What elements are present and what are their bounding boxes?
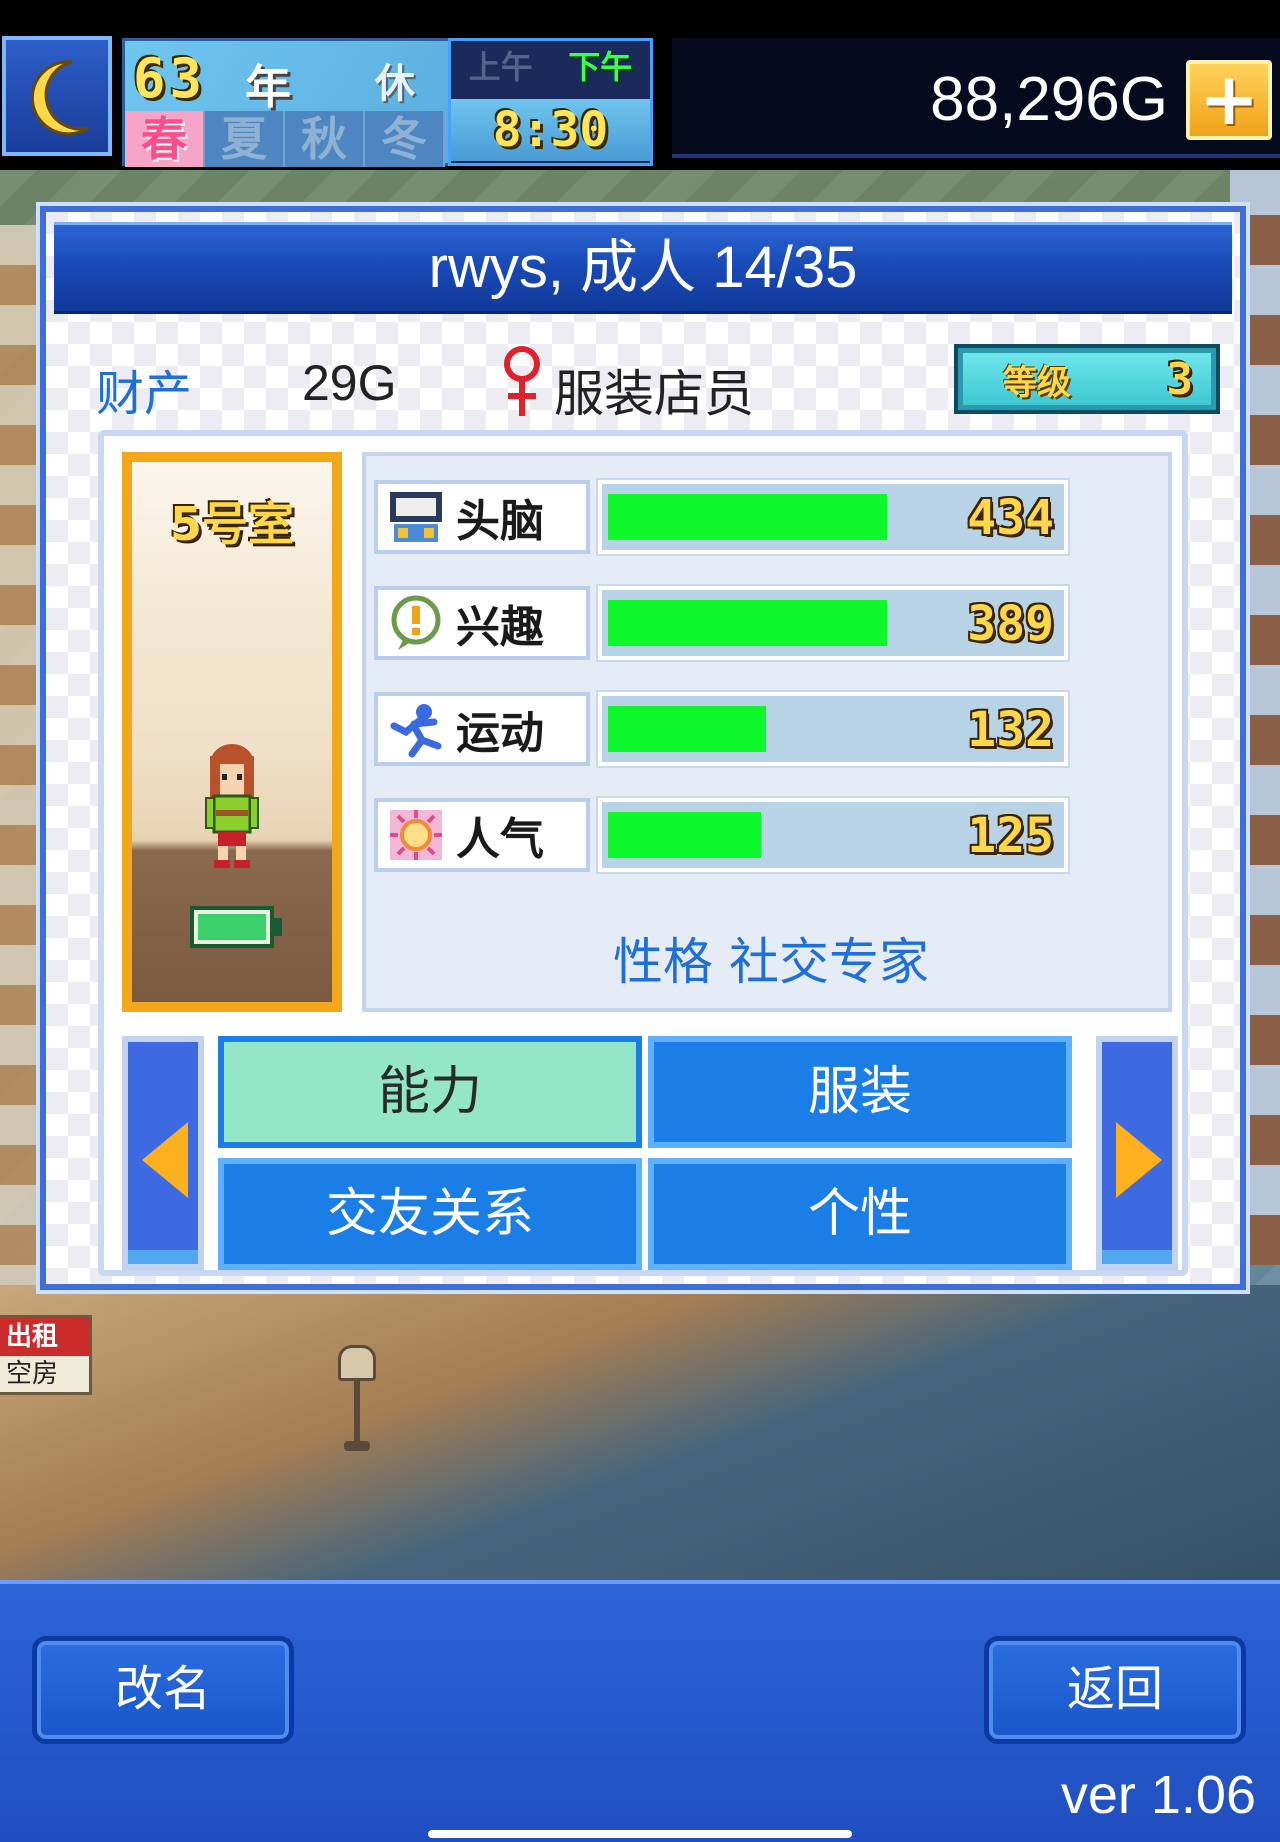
dialog-title-bar: rwys, 成人 14/35 bbox=[54, 222, 1232, 314]
popularity-icon bbox=[390, 810, 442, 860]
previous-resident-button[interactable] bbox=[122, 1036, 204, 1270]
year-number: 63 bbox=[133, 47, 207, 110]
season-summer: 夏 bbox=[205, 111, 285, 167]
for-rent-sign[interactable]: 出租 空房 bbox=[0, 1315, 92, 1395]
stat-name-popularity: 人气 bbox=[456, 814, 544, 865]
stat-bar-brain: 434 bbox=[598, 480, 1068, 554]
arrow-left-icon bbox=[142, 1122, 188, 1198]
building-floor bbox=[0, 1285, 1280, 1585]
money-panel: 88,296G + bbox=[672, 38, 1280, 158]
rent-sign-top: 出租 bbox=[0, 1318, 89, 1356]
season-strip: 春 夏 秋 冬 bbox=[125, 111, 455, 167]
stat-fill-sports bbox=[608, 706, 766, 752]
job-title: 服装店员 bbox=[554, 365, 754, 423]
tab-personality[interactable]: 个性 bbox=[648, 1158, 1072, 1270]
version-label: ver 1.06 bbox=[1060, 1765, 1256, 1825]
room-number: 5号室 bbox=[169, 497, 294, 551]
bottom-bar: 改名 返回 ver 1.06 bbox=[0, 1580, 1280, 1842]
resident-avatar[interactable] bbox=[192, 742, 272, 872]
stat-value-interest: 389 bbox=[967, 596, 1054, 652]
stat-fill-interest bbox=[608, 600, 887, 646]
floor-lamp bbox=[338, 1345, 376, 1455]
stat-value-popularity: 125 bbox=[967, 808, 1054, 864]
room-card: 5号室 bbox=[122, 452, 342, 1012]
pm-label: 下午 bbox=[568, 48, 633, 86]
asset-label: 财产 bbox=[96, 366, 193, 422]
sports-icon bbox=[390, 704, 442, 758]
detail-tabs: 能力 服装 交友关系 个性 bbox=[122, 1036, 1178, 1270]
home-indicator[interactable] bbox=[428, 1830, 852, 1838]
asset-value: 29G bbox=[302, 355, 397, 411]
dialog-title: rwys, 成人 14/35 bbox=[428, 235, 858, 300]
stat-bar-interest: 389 bbox=[598, 586, 1068, 660]
level-label: 等级 bbox=[1003, 362, 1071, 403]
money-amount: 88,296G bbox=[930, 65, 1168, 134]
tab-relationships[interactable]: 交友关系 bbox=[218, 1158, 642, 1270]
night-indicator bbox=[2, 36, 112, 156]
stat-row-sports: 运动 132 bbox=[374, 692, 1074, 766]
stat-value-sports: 132 bbox=[967, 702, 1054, 758]
back-button[interactable]: 返回 bbox=[984, 1636, 1246, 1744]
resident-stats-panel: 5号室 头脑 434 兴趣 389 运动 132 人气 125 性格 社交专家 … bbox=[98, 430, 1188, 1276]
interest-icon bbox=[391, 595, 441, 650]
stat-value-brain: 434 bbox=[967, 490, 1054, 546]
arrow-right-icon bbox=[1116, 1122, 1162, 1198]
level-badge: 等级 3 bbox=[954, 344, 1220, 414]
rename-button[interactable]: 改名 bbox=[32, 1636, 294, 1744]
top-hud: 63 年 休日 春 夏 秋 冬 上午 下午 8:30 88,296G + bbox=[0, 0, 1280, 170]
stat-bar-sports: 132 bbox=[598, 692, 1068, 766]
stat-row-interest: 兴趣 389 bbox=[374, 586, 1074, 660]
female-symbol-icon bbox=[504, 346, 540, 416]
battery-icon bbox=[190, 906, 282, 948]
stat-name-sports: 运动 bbox=[456, 708, 544, 759]
moon-icon bbox=[30, 60, 89, 136]
next-resident-button[interactable] bbox=[1096, 1036, 1178, 1270]
resident-info-row: 财产 29G 服装店员 等级 3 bbox=[46, 330, 1240, 430]
am-label: 上午 bbox=[468, 48, 533, 86]
time-panel: 上午 下午 8:30 bbox=[448, 38, 653, 166]
tab-clothing[interactable]: 服装 bbox=[648, 1036, 1072, 1148]
rent-sign-bottom: 空房 bbox=[6, 1359, 59, 1389]
season-autumn: 秋 bbox=[285, 111, 365, 167]
resident-detail-dialog: rwys, 成人 14/35 财产 29G 服装店员 等级 3 5号室 头脑 4… bbox=[40, 206, 1246, 1290]
season-spring: 春 bbox=[125, 111, 205, 167]
clock-time: 8:30 bbox=[451, 99, 650, 161]
stats-list: 头脑 434 兴趣 389 运动 132 人气 125 性格 社交专家 bbox=[362, 452, 1172, 1012]
personality-text: 性格 社交专家 bbox=[613, 933, 929, 991]
stat-row-brain: 头脑 434 bbox=[374, 480, 1074, 554]
date-panel: 63 年 休日 春 夏 秋 冬 bbox=[122, 38, 455, 167]
level-value: 3 bbox=[1166, 353, 1194, 405]
add-money-button[interactable]: + bbox=[1186, 60, 1272, 140]
stat-fill-brain bbox=[608, 494, 887, 540]
stat-name-brain: 头脑 bbox=[456, 496, 544, 547]
season-winter: 冬 bbox=[365, 111, 445, 167]
stat-bar-popularity: 125 bbox=[598, 798, 1068, 872]
am-pm-indicator: 上午 下午 bbox=[451, 41, 650, 93]
tab-ability[interactable]: 能力 bbox=[218, 1036, 642, 1148]
stat-fill-popularity bbox=[608, 812, 761, 858]
stat-name-interest: 兴趣 bbox=[456, 602, 544, 653]
brain-icon bbox=[390, 492, 442, 542]
stat-row-popularity: 人气 125 bbox=[374, 798, 1074, 872]
year-label: 年 bbox=[245, 60, 291, 114]
